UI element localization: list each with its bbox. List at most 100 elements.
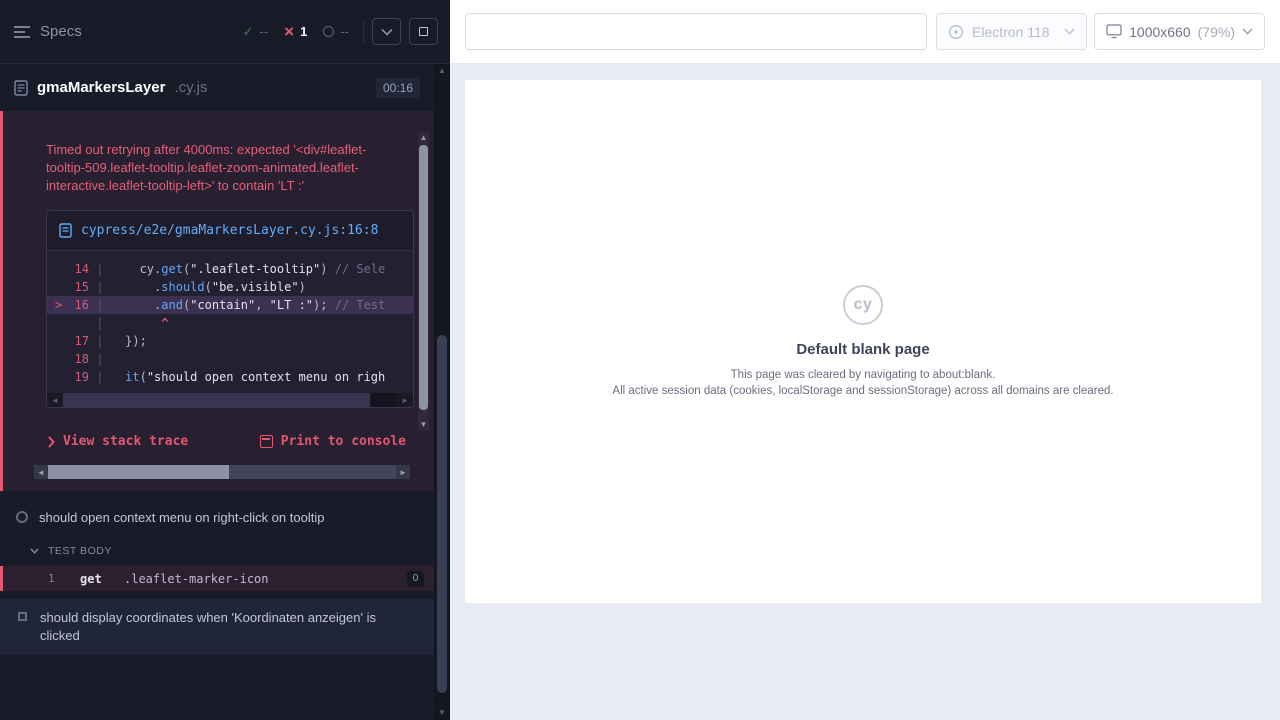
file-icon (59, 223, 72, 238)
collapse-all-button[interactable] (372, 18, 401, 45)
print-to-console-label: Print to console (281, 434, 406, 449)
aut-body: cy Default blank page This page was clea… (450, 64, 1280, 720)
test-body-label: TEST BODY (48, 545, 112, 557)
reporter-scroll-thumb[interactable] (437, 335, 447, 693)
chevron-right-icon (48, 436, 55, 448)
test-queued-icon (18, 612, 27, 621)
code-scroll-track[interactable] (63, 393, 397, 407)
cypress-app: Specs ✓ -- × 1 -- (0, 0, 1280, 720)
error-message: Timed out retrying after 4000ms: expecte… (46, 141, 420, 195)
stat-passed[interactable]: ✓ -- (243, 24, 269, 40)
stop-run-button[interactable] (409, 18, 438, 45)
error-region-vertical-scrollbar[interactable]: ▲ ▼ (418, 132, 429, 431)
chevron-down-icon (1064, 28, 1075, 35)
code-lines: 14 | cy.get(".leaflet-tooltip") // Sele … (47, 251, 413, 386)
code-line: 14 | cy.get(".leaflet-tooltip") // Sele (47, 260, 413, 278)
pending-count: -- (340, 24, 349, 39)
specs-menu-button[interactable]: Specs (14, 23, 82, 40)
code-frame-file-link[interactable]: cypress/e2e/gmaMarkersLayer.cy.js:16:8 (47, 211, 413, 251)
scroll-down-arrow-icon[interactable]: ▼ (420, 419, 428, 431)
print-to-console-button[interactable]: Print to console (260, 434, 406, 449)
viewport-scale: (79%) (1198, 24, 1235, 40)
command-log-row[interactable]: 1 get .leaflet-marker-icon 0 (0, 566, 434, 591)
code-frame-horizontal-scrollbar[interactable]: ◄ ► (47, 393, 413, 407)
spec-file-icon (14, 80, 28, 96)
header-divider (363, 20, 364, 44)
specs-menu-label: Specs (40, 23, 82, 40)
code-scroll-thumb[interactable] (63, 393, 370, 407)
viewport-monitor-icon (1106, 24, 1122, 39)
spec-extension: .cy.js (174, 79, 207, 96)
viewport-selector[interactable]: 1000x660 (79%) (1094, 13, 1265, 50)
code-line: >16 | .and("contain", "LT :"); // Test (47, 296, 413, 314)
scroll-up-arrow-icon[interactable]: ▲ (420, 132, 428, 144)
blank-page-title: Default blank page (796, 341, 929, 358)
spec-timer: 00:16 (376, 78, 420, 98)
view-stack-trace-button[interactable]: View stack trace (48, 434, 188, 449)
spec-file-row[interactable]: gmaMarkersLayer .cy.js 00:16 (0, 64, 434, 111)
test-item-coordinates[interactable]: should display coordinates when 'Koordin… (0, 599, 434, 655)
viewport-size: 1000x660 (1129, 24, 1191, 40)
url-input[interactable] (465, 13, 927, 50)
blank-page-description-1: This page was cleared by navigating to a… (731, 367, 996, 383)
test-body-section-toggle[interactable]: TEST BODY (0, 537, 434, 566)
console-icon (260, 435, 273, 448)
error-vscroll-track[interactable] (419, 145, 428, 418)
reporter-panel: Specs ✓ -- × 1 -- (0, 0, 450, 720)
blank-page-description-2: All active session data (cookies, localS… (612, 383, 1113, 399)
test-item-context-menu[interactable]: should open context menu on right-click … (0, 499, 434, 537)
aut-iframe-blank-page: cy Default blank page This page was clea… (465, 80, 1261, 603)
stat-failed[interactable]: × 1 (284, 23, 307, 40)
check-icon: ✓ (243, 24, 254, 40)
specs-list-icon (14, 25, 31, 39)
reporter-header: Specs ✓ -- × 1 -- (0, 0, 450, 64)
scroll-right-arrow-icon[interactable]: ► (396, 468, 410, 477)
view-stack-trace-label: View stack trace (63, 434, 188, 449)
reporter-scroll-track[interactable] (434, 78, 450, 706)
scroll-down-arrow-icon[interactable]: ▼ (438, 706, 446, 720)
scroll-left-arrow-icon[interactable]: ◄ (47, 396, 63, 405)
scroll-up-arrow-icon[interactable]: ▲ (438, 64, 446, 78)
test-title: should open context menu on right-click … (39, 509, 324, 527)
test-running-icon (16, 511, 28, 523)
failed-count: 1 (300, 24, 307, 39)
code-line: 17 | }); (47, 332, 413, 350)
chevron-down-icon (381, 28, 393, 36)
code-frame-file-path: cypress/e2e/gmaMarkersLayer.cy.js:16:8 (81, 221, 378, 240)
browser-selector[interactable]: Electron 118 (936, 13, 1087, 50)
aut-header: Electron 118 1000x660 (79%) (450, 0, 1280, 64)
x-icon: × (284, 23, 294, 40)
error-scroll-track[interactable] (48, 465, 396, 479)
spec-name: gmaMarkersLayer (37, 79, 165, 96)
test-stats: ✓ -- × 1 -- (243, 23, 349, 40)
error-region-horizontal-scrollbar[interactable]: ◄ ► (34, 465, 410, 479)
command-message: .leaflet-marker-icon (124, 572, 269, 586)
cypress-logo: cy (843, 285, 883, 325)
error-scroll-thumb[interactable] (48, 465, 229, 479)
electron-browser-icon (948, 24, 964, 40)
reporter-content: gmaMarkersLayer .cy.js 00:16 Timed out r… (0, 64, 434, 720)
code-line: | ^ (47, 314, 413, 332)
browser-label: Electron 118 (972, 24, 1050, 40)
command-name: get (80, 572, 124, 586)
failed-test-error-region: Timed out retrying after 4000ms: expecte… (0, 111, 434, 491)
command-count-badge: 0 (407, 571, 424, 587)
chevron-down-icon (1242, 28, 1253, 35)
stat-pending[interactable]: -- (323, 24, 349, 39)
passed-count: -- (259, 24, 268, 39)
pending-circle-icon (323, 26, 334, 37)
scroll-right-arrow-icon[interactable]: ► (397, 396, 413, 405)
code-line: 19 | it("should open context menu on rig… (47, 368, 413, 386)
test-title: should display coordinates when 'Koordin… (40, 609, 380, 645)
stop-icon (419, 27, 428, 36)
error-controls: View stack trace Print to console (46, 434, 420, 449)
reporter-vertical-scrollbar[interactable]: ▲ ▼ (434, 64, 450, 720)
scroll-left-arrow-icon[interactable]: ◄ (34, 468, 48, 477)
code-line: 15 | .should("be.visible") (47, 278, 413, 296)
code-frame: cypress/e2e/gmaMarkersLayer.cy.js:16:8 1… (46, 210, 414, 408)
chevron-down-icon (30, 548, 39, 554)
aut-panel: Electron 118 1000x660 (79%) cy (450, 0, 1280, 720)
code-line: 18 | (47, 350, 413, 368)
command-number: 1 (48, 572, 80, 585)
error-vscroll-thumb[interactable] (419, 145, 428, 410)
